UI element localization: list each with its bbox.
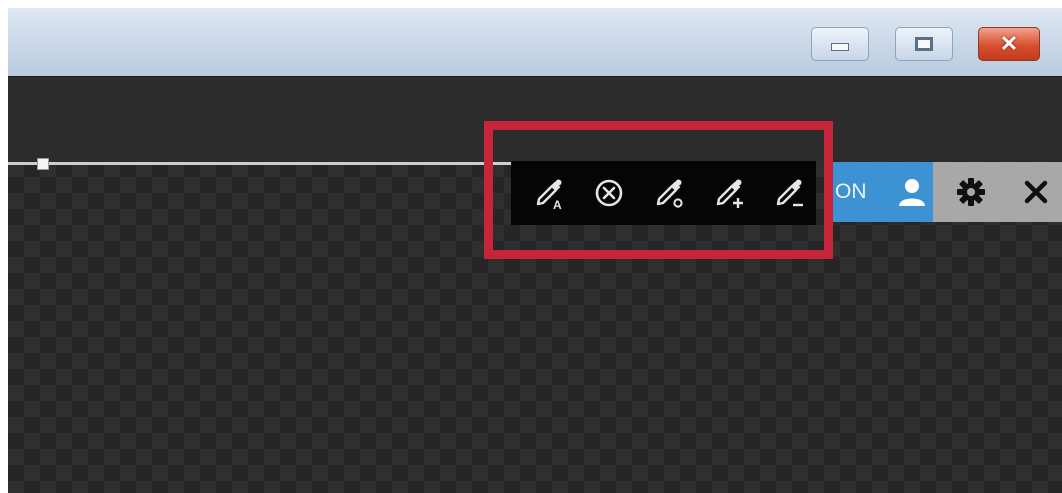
slider-handle[interactable] bbox=[37, 158, 49, 170]
eyedropper-add-icon bbox=[716, 179, 743, 208]
clear-circle-icon bbox=[595, 179, 623, 207]
close-icon[interactable] bbox=[1022, 178, 1050, 206]
slider-track[interactable] bbox=[8, 162, 513, 165]
settings-area bbox=[933, 162, 1062, 222]
minimize-icon bbox=[831, 43, 849, 51]
app-window: ✕ ON A bbox=[8, 8, 1062, 493]
color-picker-toolbar: A bbox=[511, 161, 816, 225]
on-toggle-button[interactable]: ON bbox=[833, 162, 933, 222]
eyedropper-sample-icon bbox=[656, 179, 683, 208]
maximize-icon bbox=[915, 37, 933, 51]
top-panel bbox=[8, 77, 1062, 161]
window-close-button[interactable]: ✕ bbox=[978, 27, 1040, 61]
title-bar: ✕ bbox=[8, 8, 1062, 77]
gear-icon[interactable] bbox=[955, 176, 987, 208]
subtract-eyedropper-button[interactable] bbox=[769, 173, 809, 213]
maximize-button[interactable] bbox=[895, 27, 953, 61]
on-label: ON bbox=[835, 180, 867, 203]
auto-eyedropper-icon: A bbox=[536, 179, 562, 211]
auto-eyedropper-button[interactable]: A bbox=[529, 173, 569, 213]
minimize-button[interactable] bbox=[811, 27, 869, 61]
tool-badge: A bbox=[553, 198, 562, 211]
clear-color-button[interactable] bbox=[589, 173, 629, 213]
user-icon[interactable] bbox=[896, 176, 928, 208]
right-toolbar: ON bbox=[833, 162, 1062, 222]
eyedropper-subtract-icon bbox=[776, 179, 803, 207]
add-eyedropper-button[interactable] bbox=[709, 173, 749, 213]
sample-eyedropper-button[interactable] bbox=[649, 173, 689, 213]
window-close-icon: ✕ bbox=[999, 31, 1019, 56]
